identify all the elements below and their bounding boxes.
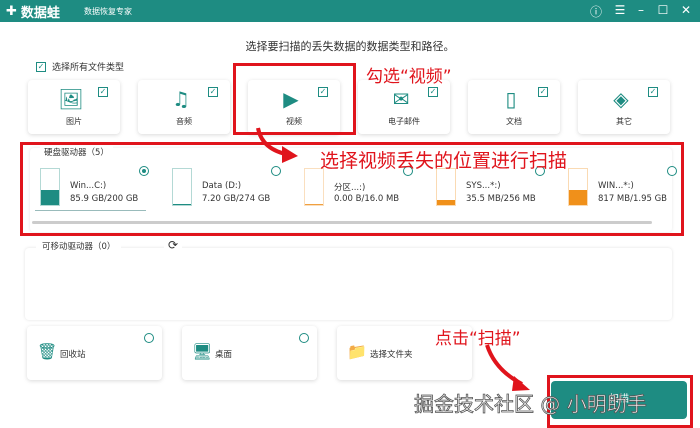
- annotation-arrows: [256, 127, 530, 391]
- arrow-to-scan: [485, 344, 523, 386]
- watermark: 掘金技术社区 @ 小明助手: [414, 392, 648, 417]
- arrowhead-drives: [282, 146, 298, 163]
